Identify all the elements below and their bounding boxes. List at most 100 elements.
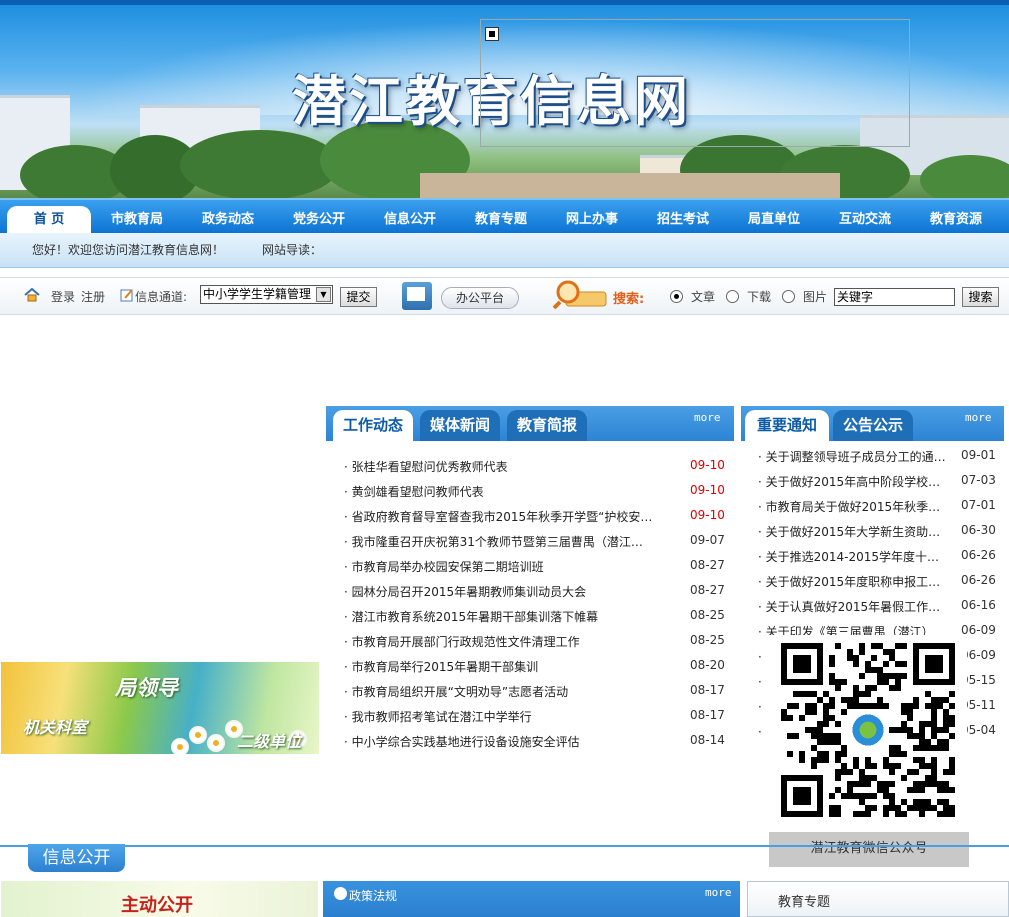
site-banner: 潜江教育信息网 <box>0 5 1009 198</box>
news-date: 09-07 <box>690 533 725 547</box>
list-item[interactable]: · 潜江市教育系统2015年暑期干部集训落下帷幕 08-25 <box>344 608 725 628</box>
news-title[interactable]: · 我市隆重召开庆祝第31个教师节暨第三届曹禺（潜江）… <box>344 533 654 550</box>
list-item[interactable]: · 关于推选2014-2015学年度十佳… 06-26 <box>758 548 996 568</box>
list-item[interactable]: · 关于调整领导班子成员分工的通… 09-01 <box>758 448 996 468</box>
arrow-icon <box>334 887 347 900</box>
news-title[interactable]: · 我市教师招考笔试在潜江中学举行 <box>344 708 654 725</box>
nav-item-education-bureau[interactable]: 市教育局 <box>111 208 163 227</box>
info-disclosure-title: 信息公开 <box>28 844 125 872</box>
home-icon[interactable] <box>24 288 40 302</box>
education-topics-title[interactable]: 教育专题 <box>778 891 830 910</box>
edit-icon <box>120 289 133 302</box>
tab-media-news[interactable]: 媒体新闻 <box>420 410 500 441</box>
keyword-input[interactable]: 关键字 <box>834 288 955 306</box>
nav-item-government-news[interactable]: 政务动态 <box>202 208 254 227</box>
news-more-link[interactable]: more <box>694 411 721 424</box>
policy-panel-header: 政策法规 more <box>323 881 740 917</box>
notice-title[interactable]: · 关于认真做好2015年暑假工作的… <box>758 598 946 615</box>
policy-title[interactable]: 政策法规 <box>349 887 397 904</box>
notice-title[interactable]: · 关于调整领导班子成员分工的通… <box>758 448 946 465</box>
active-disclosure-label: 主动公开 <box>121 895 193 916</box>
site-guide-label: 网站导读： <box>262 243 323 257</box>
nav-item-online-services[interactable]: 网上办事 <box>566 208 618 227</box>
radio-image[interactable] <box>782 290 795 303</box>
news-title[interactable]: · 市教育局举办校园安保第二期培训班 <box>344 558 654 575</box>
departments-link[interactable]: 机关科室 <box>23 714 87 738</box>
news-title[interactable]: · 省政府教育督导室督查我市2015年秋季开学暨“护校安… <box>344 508 654 525</box>
policy-more-link[interactable]: more <box>705 886 732 899</box>
channel-select[interactable]: 中小学学生学籍管理 ▼ <box>200 285 333 304</box>
news-date: 08-17 <box>690 708 725 722</box>
notice-date: 07-01 <box>961 498 996 512</box>
list-item[interactable]: · 黄剑雄看望慰问教师代表 09-10 <box>344 483 725 503</box>
leadership-banner[interactable]: 局领导 机关科室 二级单位 <box>1 662 319 754</box>
nav-item-interaction[interactable]: 互动交流 <box>839 208 891 227</box>
list-item[interactable]: · 中小学综合实践基地进行设备设施安全评估 08-14 <box>344 733 725 753</box>
nav-item-admissions[interactable]: 招生考试 <box>657 208 709 227</box>
submit-button[interactable]: 提交 <box>340 287 377 307</box>
news-title[interactable]: · 园林分局召开2015年暑期教师集训动员大会 <box>344 583 654 600</box>
list-item[interactable]: · 市教育局组织开展“文明劝导”志愿者活动 08-17 <box>344 683 725 703</box>
news-title[interactable]: · 市教育局开展部门行政规范性文件清理工作 <box>344 633 654 650</box>
office-platform-button[interactable]: 办公平台 <box>441 287 519 309</box>
nav-item-party-affairs[interactable]: 党务公开 <box>293 208 345 227</box>
search-label: 搜索: <box>613 292 645 307</box>
active-disclosure-banner[interactable]: 主动公开 <box>1 881 318 917</box>
notice-date: 06-30 <box>961 523 996 537</box>
list-item[interactable]: · 关于做好2015年度职称申报工作… 06-26 <box>758 573 996 593</box>
tab-announcements[interactable]: 公告公示 <box>833 410 913 441</box>
list-item[interactable]: · 省政府教育督导室督查我市2015年秋季开学暨“护校安… 09-10 <box>344 508 725 528</box>
subunits-link[interactable]: 二级单位 <box>237 728 301 752</box>
tab-education-briefs[interactable]: 教育简报 <box>507 410 587 441</box>
list-item[interactable]: · 关于做好2015年高中阶段学校招… 07-03 <box>758 473 996 493</box>
news-date: 08-14 <box>690 733 725 747</box>
news-title[interactable]: · 市教育局举行2015年暑期干部集训 <box>344 658 654 675</box>
list-item[interactable]: · 市教育局举行2015年暑期干部集训 08-20 <box>344 658 725 678</box>
news-title[interactable]: · 黄剑雄看望慰问教师代表 <box>344 483 654 500</box>
notice-date: 07-03 <box>961 473 996 487</box>
list-item[interactable]: · 关于做好2015年大学新生资助项… 06-30 <box>758 523 996 543</box>
news-title[interactable]: · 市教育局组织开展“文明劝导”志愿者活动 <box>344 683 654 700</box>
news-date: 08-27 <box>690 583 725 597</box>
radio-article[interactable] <box>670 290 683 303</box>
leadership-link[interactable]: 局领导 <box>115 672 178 702</box>
tab-work-news[interactable]: 工作动态 <box>333 410 413 441</box>
notice-date: 06-26 <box>961 573 996 587</box>
list-item[interactable]: · 园林分局召开2015年暑期教师集训动员大会 08-27 <box>344 583 725 603</box>
list-item[interactable]: · 我市隆重召开庆祝第31个教师节暨第三届曹禺（潜江）… 09-07 <box>344 533 725 553</box>
nav-item-direct-units[interactable]: 局直单位 <box>748 208 800 227</box>
notice-title[interactable]: · 关于做好2015年高中阶段学校招… <box>758 473 946 490</box>
notice-date: 06-26 <box>961 548 996 562</box>
banner-handle-icon[interactable] <box>485 27 499 41</box>
banner-frame <box>480 19 910 147</box>
news-title[interactable]: · 中小学综合实践基地进行设备设施安全评估 <box>344 733 654 750</box>
nav-item-home[interactable]: 首 页 <box>7 206 91 235</box>
list-item[interactable]: · 市教育局举办校园安保第二期培训班 08-27 <box>344 558 725 578</box>
radio-image-label: 图片 <box>803 290 828 304</box>
nav-item-education-topics[interactable]: 教育专题 <box>475 208 527 227</box>
notice-title[interactable]: · 关于做好2015年大学新生资助项… <box>758 523 946 540</box>
notice-title[interactable]: · 关于推选2014-2015学年度十佳… <box>758 548 946 565</box>
search-button[interactable]: 搜索 <box>962 287 999 307</box>
login-link[interactable]: 登录 <box>51 288 75 305</box>
news-date: 09-10 <box>690 508 725 522</box>
register-link[interactable]: 注册 <box>81 288 105 305</box>
notice-title[interactable]: · 市教育局关于做好2015年秋季义… <box>758 498 946 515</box>
list-item[interactable]: · 市教育局开展部门行政规范性文件清理工作 08-25 <box>344 633 725 653</box>
radio-download[interactable] <box>726 290 739 303</box>
notice-title[interactable]: · 关于做好2015年度职称申报工作… <box>758 573 946 590</box>
notepad-icon <box>402 282 432 310</box>
list-item[interactable]: · 市教育局关于做好2015年秋季义… 07-01 <box>758 498 996 518</box>
list-item[interactable]: · 我市教师招考笔试在潜江中学举行 08-17 <box>344 708 725 728</box>
nav-item-info-disclosure[interactable]: 信息公开 <box>384 208 436 227</box>
list-item[interactable]: · 张桂华看望慰问优秀教师代表 09-10 <box>344 458 725 478</box>
news-date: 08-17 <box>690 683 725 697</box>
news-title[interactable]: · 潜江市教育系统2015年暑期干部集训落下帷幕 <box>344 608 654 625</box>
notice-panel-header: 重要通知 公告公示 more <box>741 406 1004 441</box>
news-date: 09-10 <box>690 458 725 472</box>
tab-important-notices[interactable]: 重要通知 <box>745 410 829 441</box>
list-item[interactable]: · 关于认真做好2015年暑假工作的… 06-16 <box>758 598 996 618</box>
news-title[interactable]: · 张桂华看望慰问优秀教师代表 <box>344 458 654 475</box>
notice-more-link[interactable]: more <box>965 411 992 424</box>
nav-item-resources[interactable]: 教育资源 <box>930 208 982 227</box>
